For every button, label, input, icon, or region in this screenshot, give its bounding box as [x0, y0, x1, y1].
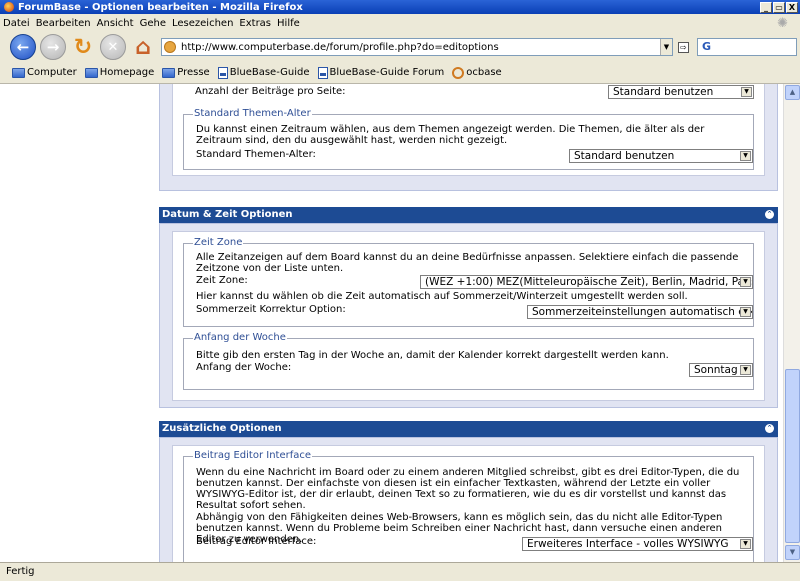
firefox-logo-icon [4, 2, 14, 12]
themen-alter-description: Du kannst einen Zeitraum wählen, aus dem… [196, 124, 705, 146]
posts-per-page-select[interactable]: Standard benutzen ▼ [608, 85, 754, 99]
menu-gehe[interactable]: Gehe [140, 18, 166, 29]
posts-per-page-label: Anzahl der Beiträge pro Seite: [195, 86, 346, 97]
navigation-toolbar: ← → ↻ ✕ ⌂ http://www.computerbase.de/for… [0, 32, 800, 62]
folder-icon [12, 67, 25, 78]
panel-inner: Beitrag Editor Interface Wenn du eine Na… [172, 445, 765, 562]
close-button[interactable]: X [786, 1, 798, 13]
bookmark-bluebase-guide[interactable]: BlueBase-Guide [217, 66, 310, 79]
back-arrow-icon[interactable]: ← [10, 34, 36, 60]
menu-lesezeichen[interactable]: Lesezeichen [172, 18, 233, 29]
minimize-button[interactable]: _ [760, 1, 772, 13]
scroll-down-icon[interactable]: ▼ [785, 545, 800, 560]
page-icon [317, 66, 328, 79]
woche-legend: Anfang der Woche [193, 332, 287, 343]
zeitzone-fieldset: Zeit Zone Alle Zeitanzeigen auf dem Boar… [183, 237, 754, 327]
search-input[interactable]: G [697, 38, 797, 56]
woche-description: Bitte gib den ersten Tag in der Woche an… [196, 350, 669, 361]
editor-fieldset: Beitrag Editor Interface Wenn du eine Na… [183, 450, 754, 562]
editor-description-1: Wenn du eine Nachricht im Board oder zu … [196, 467, 740, 511]
status-bar: Fertig [0, 562, 800, 581]
panel-datum-zeit: Zeit Zone Alle Zeitanzeigen auf dem Boar… [159, 223, 778, 408]
panel-inner: Anzahl der Beiträge pro Seite: Standard … [172, 84, 765, 176]
sommerzeit-description: Hier kannst du wählen ob die Zeit automa… [196, 291, 688, 302]
sommerzeit-select[interactable]: Sommerzeiteinstellungen automatisch erke… [527, 305, 753, 319]
menu-bearbeiten[interactable]: Bearbeiten [36, 18, 91, 29]
chevron-down-icon: ▼ [740, 365, 751, 375]
woche-fieldset: Anfang der Woche Bitte gib den ersten Ta… [183, 332, 754, 390]
menu-ansicht[interactable]: Ansicht [97, 18, 134, 29]
themen-alter-fieldset: Standard Themen-Alter Du kannst einen Ze… [183, 108, 754, 170]
page-content: Anzahl der Beiträge pro Seite: Standard … [0, 84, 783, 562]
go-icon[interactable]: ⇨ [678, 42, 689, 53]
url-dropdown-icon[interactable]: ▼ [660, 39, 672, 55]
themen-alter-label: Standard Themen-Alter: [196, 149, 316, 160]
menu-extras[interactable]: Extras [239, 18, 271, 29]
chevron-down-icon: ▼ [740, 307, 751, 317]
vertical-scrollbar[interactable]: ▲ ▼ [783, 84, 800, 562]
chevron-down-icon: ▼ [740, 539, 751, 549]
bookmarks-toolbar: Computer Homepage Presse BlueBase-Guide … [0, 62, 800, 84]
collapse-icon[interactable]: ⌃ [765, 424, 774, 433]
editor-label: Beitrag Editor Interface: [196, 536, 317, 547]
zusatz-header[interactable]: Zusätzliche Optionen ⌃ [159, 421, 778, 437]
bookmark-bluebase-guide-forum[interactable]: BlueBase-Guide Forum [317, 66, 444, 79]
stop-icon[interactable]: ✕ [100, 34, 126, 60]
url-text: http://www.computerbase.de/forum/profile… [181, 41, 499, 53]
title-bar: ForumBase - Optionen bearbeiten - Mozill… [0, 0, 800, 14]
sommerzeit-label: Sommerzeit Korrektur Option: [196, 304, 346, 315]
bookmark-presse[interactable]: Presse [162, 67, 210, 78]
reload-icon[interactable]: ↻ [70, 34, 96, 60]
maximize-button[interactable]: ▭ [773, 1, 785, 13]
collapse-icon[interactable]: ⌃ [765, 210, 774, 219]
swirl-icon [452, 66, 465, 79]
window-title: ForumBase - Optionen bearbeiten - Mozill… [18, 1, 303, 13]
folder-icon [162, 67, 176, 78]
woche-select[interactable]: Sonntag ▼ [689, 363, 753, 377]
themen-alter-legend: Standard Themen-Alter [193, 108, 312, 119]
panel-inner: Zeit Zone Alle Zeitanzeigen auf dem Boar… [172, 231, 765, 401]
themen-alter-select[interactable]: Standard benutzen ▼ [569, 149, 753, 163]
bookmark-ocbase[interactable]: ocbase [452, 66, 502, 79]
editor-select[interactable]: Erweiteres Interface - volles WYSIWYG ▼ [522, 537, 753, 551]
menu-datei[interactable]: Datei [3, 18, 30, 29]
panel-thread-display: Anzahl der Beiträge pro Seite: Standard … [159, 84, 778, 191]
zeitzone-legend: Zeit Zone [193, 237, 244, 248]
zeitzone-description: Alle Zeitanzeigen auf dem Board kannst d… [196, 252, 739, 274]
url-input[interactable]: http://www.computerbase.de/forum/profile… [161, 38, 673, 56]
menu-bar: Datei Bearbeiten Ansicht Gehe Lesezeiche… [0, 14, 800, 32]
scroll-up-icon[interactable]: ▲ [785, 85, 800, 100]
editor-legend: Beitrag Editor Interface [193, 450, 313, 461]
chevron-down-icon: ▼ [741, 87, 752, 97]
bookmark-computer[interactable]: Computer [12, 67, 77, 78]
panel-zusatz: Beitrag Editor Interface Wenn du eine Na… [159, 437, 778, 562]
chevron-down-icon: ▼ [740, 151, 751, 161]
forward-arrow-icon[interactable]: → [40, 34, 66, 60]
throbber-icon: ✺ [777, 16, 788, 31]
woche-label: Anfang der Woche: [196, 362, 292, 373]
datum-zeit-header[interactable]: Datum & Zeit Optionen ⌃ [159, 207, 778, 223]
zeitzone-label: Zeit Zone: [196, 275, 248, 286]
site-favicon-icon [164, 41, 176, 53]
page-icon [217, 66, 228, 79]
bookmark-homepage[interactable]: Homepage [84, 67, 154, 78]
scrollbar-thumb[interactable] [785, 369, 800, 543]
chevron-down-icon: ▼ [740, 277, 751, 287]
menu-hilfe[interactable]: Hilfe [277, 18, 300, 29]
home-icon[interactable]: ⌂ [130, 34, 156, 60]
zeitzone-select[interactable]: (WEZ +1:00) MEZ(Mitteleuropäische Zeit),… [420, 275, 753, 289]
folder-icon [84, 67, 98, 78]
